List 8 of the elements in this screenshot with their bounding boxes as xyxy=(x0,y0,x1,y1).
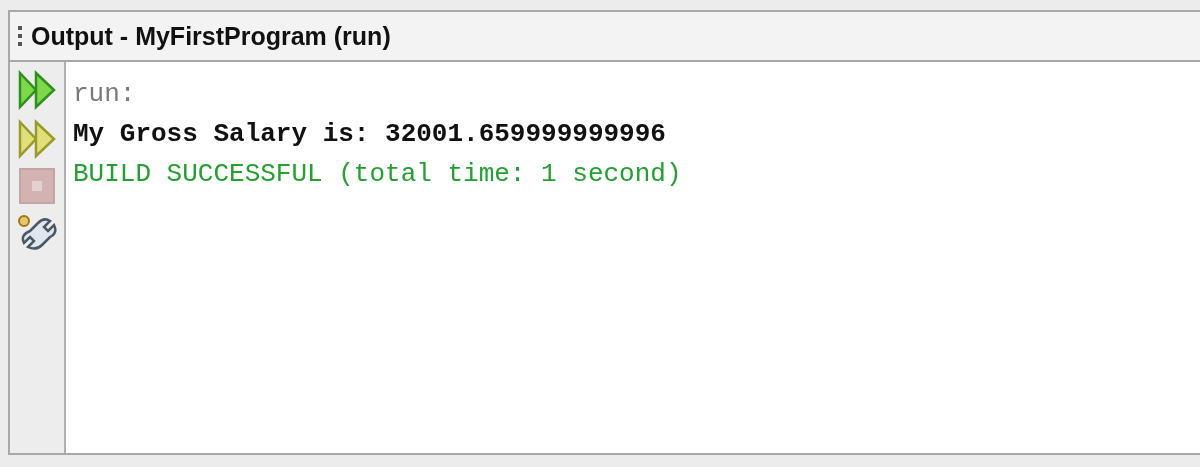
build-status-line: BUILD SUCCESSFUL (total time: 1 second) xyxy=(73,158,683,191)
output-line: run: xyxy=(73,78,137,111)
double-play-icon[interactable] xyxy=(17,119,57,159)
double-play-icon[interactable] xyxy=(17,70,57,110)
panel-title: Output - MyFirstProgram (run) xyxy=(31,21,391,51)
drag-handle-icon[interactable] xyxy=(18,25,23,47)
wrench-icon[interactable] xyxy=(16,213,58,253)
output-line: My Gross Salary is: 32001.659999999996 xyxy=(73,118,667,151)
